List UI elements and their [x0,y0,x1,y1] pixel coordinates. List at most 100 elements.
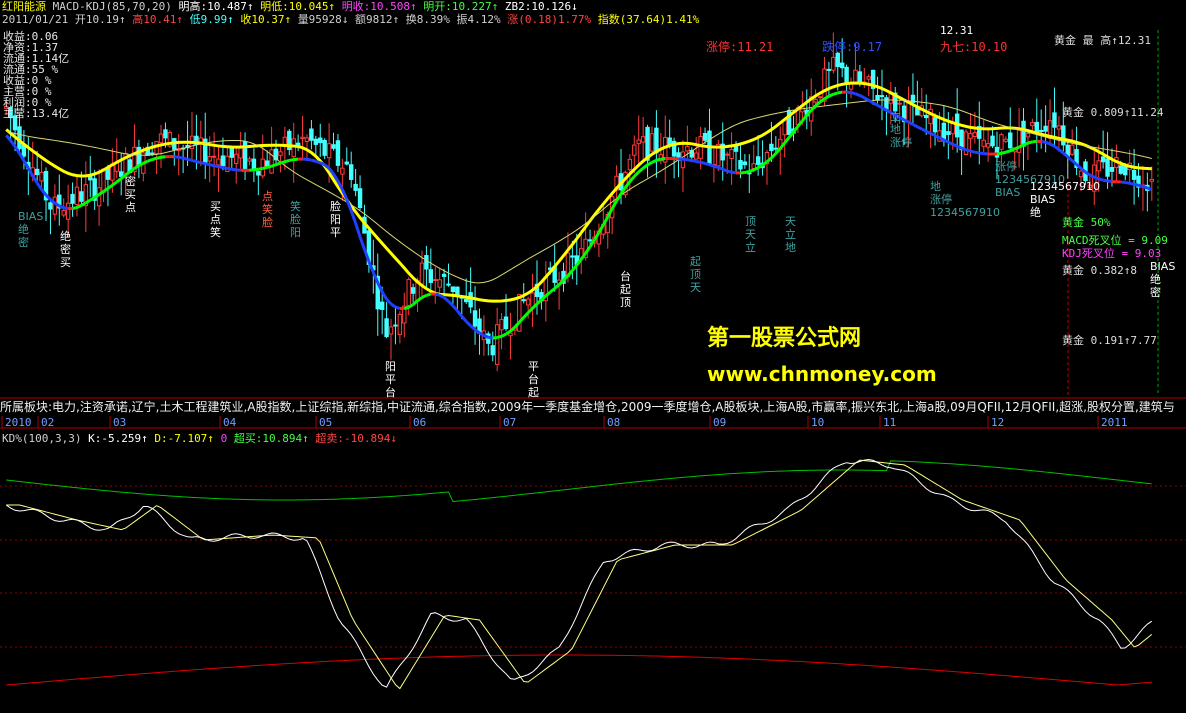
ma-fast-segment [147,158,153,163]
ma-fast-segment [1018,143,1025,149]
gold-ratio-label: 黄金 0.382↑8 [1062,264,1137,277]
candle-body [397,313,403,336]
ma-fast-segment [615,193,623,202]
candle-body [300,136,305,140]
candle-body [1021,120,1026,147]
header-field-5: 明开:10.227↑ [423,0,505,13]
candle-body [384,318,389,338]
ma-fast-segment [682,157,688,162]
candle-body [1003,138,1009,142]
signal-char: 1234567910 [930,206,1000,219]
candle-body [649,133,655,152]
grid-lines: 2010 02 03 04 05 06 07 08 09 10 11 12 2011 [0,30,1186,648]
ma-fast-segment [456,309,463,318]
candle-body [291,138,296,158]
ma-fast-segment [1009,147,1016,153]
signal-char: 起 [690,255,701,268]
candle-body [521,299,526,302]
quote-field-7: 换8.39% [405,13,457,26]
ma-fast-segment [156,155,162,160]
kdj-header: KD%(100,3,3) K:-5.259↑ D:-7.107↑ 0 超买:10… [2,430,397,446]
ma-fast-segment [115,177,123,184]
kdj-red-line [6,654,1152,686]
candle-body [313,138,319,145]
ma-fast-segment [460,315,468,323]
candle-body [839,62,845,69]
ma-fast-segment [63,206,69,211]
candle-body [256,171,261,176]
kdj-field-0: KD%(100,3,3) [2,432,89,445]
ma-fast-segment [916,125,923,131]
kdj-field-4: 超买:10.894↑ [233,432,316,445]
candle-body [433,279,438,282]
signal-char: 密 [1150,285,1161,299]
ma-fast-segment [934,134,941,140]
ma-fast-segment [200,161,206,166]
ma-fast-segment [371,271,380,284]
signal-char: 密 [125,174,136,188]
ma-fast-segment [850,91,856,96]
quote-field-4: 收10.37↑ [240,13,298,26]
sector-board-text: 所属板块:电力,注资承诺,辽宁,土木工程建筑业,A股指数,上证综指,新综指,中证… [0,400,1175,414]
signal-char: 地 [890,123,901,136]
candle-body [990,135,995,147]
ma-fast-segment [801,114,808,122]
ma-fast-segment [854,92,861,97]
candle-body [857,71,863,84]
candle-body [773,147,779,150]
month-label: 08 [607,416,620,429]
chart-canvas[interactable]: 2010 02 03 04 05 06 07 08 09 10 11 12 2011 BIAS绝密 绝密买… [0,0,1186,713]
quote-field-3: 低9.99↑ [189,13,241,26]
candle-body [640,136,646,143]
candle-body [525,298,531,306]
stock-chart-window[interactable]: 2010 02 03 04 05 06 07 08 09 10 11 12 2011 BIAS 绝密绝密买… [0,0,1186,713]
signal-char: 阳 [385,360,396,373]
ma-fast-segment [965,148,971,153]
candle-body [278,151,283,156]
kdj-field-1: K:-5.259↑ [88,432,155,445]
candle-body [733,145,739,152]
watermark-url: www.chnmoney.com [707,362,937,386]
ma-fast-segment [912,123,919,129]
ma-fast-segment [488,335,493,340]
ma-fast-segment [731,170,737,175]
quote-field-9: 涨(0.18)1.77% [507,13,598,26]
ma-fast-segment [306,157,312,162]
ma-fast-segment [76,204,83,209]
candle-body [247,158,252,162]
candle-body [393,324,398,327]
kdj-d-line [6,459,1153,690]
ma-fast-segment [571,264,578,272]
candle-body [163,129,168,139]
signal-char: BIAS [1150,260,1175,273]
ma-fast-segment [1107,179,1113,184]
candle-body [981,139,986,147]
signal-char: 天 [785,215,796,228]
candle-body [344,161,350,165]
ma-fast-segment [319,161,326,167]
ma-fast-segment [196,160,202,165]
quote-field-5: 量95928↓ [297,13,356,26]
ma-fast-segment [354,222,362,238]
signal-char: 平 [528,360,539,373]
ma-fast-segment [204,162,211,167]
signal-char: 密 [18,235,29,249]
candle-body [331,144,336,149]
candle-body [428,269,434,283]
ma-fast-segment [979,151,984,156]
candle-body [813,98,818,103]
ma-fast-segment [222,166,228,170]
ma-fast-segment [726,169,732,174]
candle-body [742,161,748,166]
signal-char: 立 [890,109,901,123]
candle-body [349,164,354,180]
month-label: 07 [503,416,516,429]
month-label: 11 [883,416,896,429]
signal-char: 绝 [60,229,71,243]
candle-body [282,136,288,145]
candle-body [494,324,500,365]
limit-up-label: 涨停:11.21 [706,40,774,54]
kdj-lines [5,459,1153,690]
candle-body [388,326,394,335]
ma-fast-segment [1124,181,1130,185]
